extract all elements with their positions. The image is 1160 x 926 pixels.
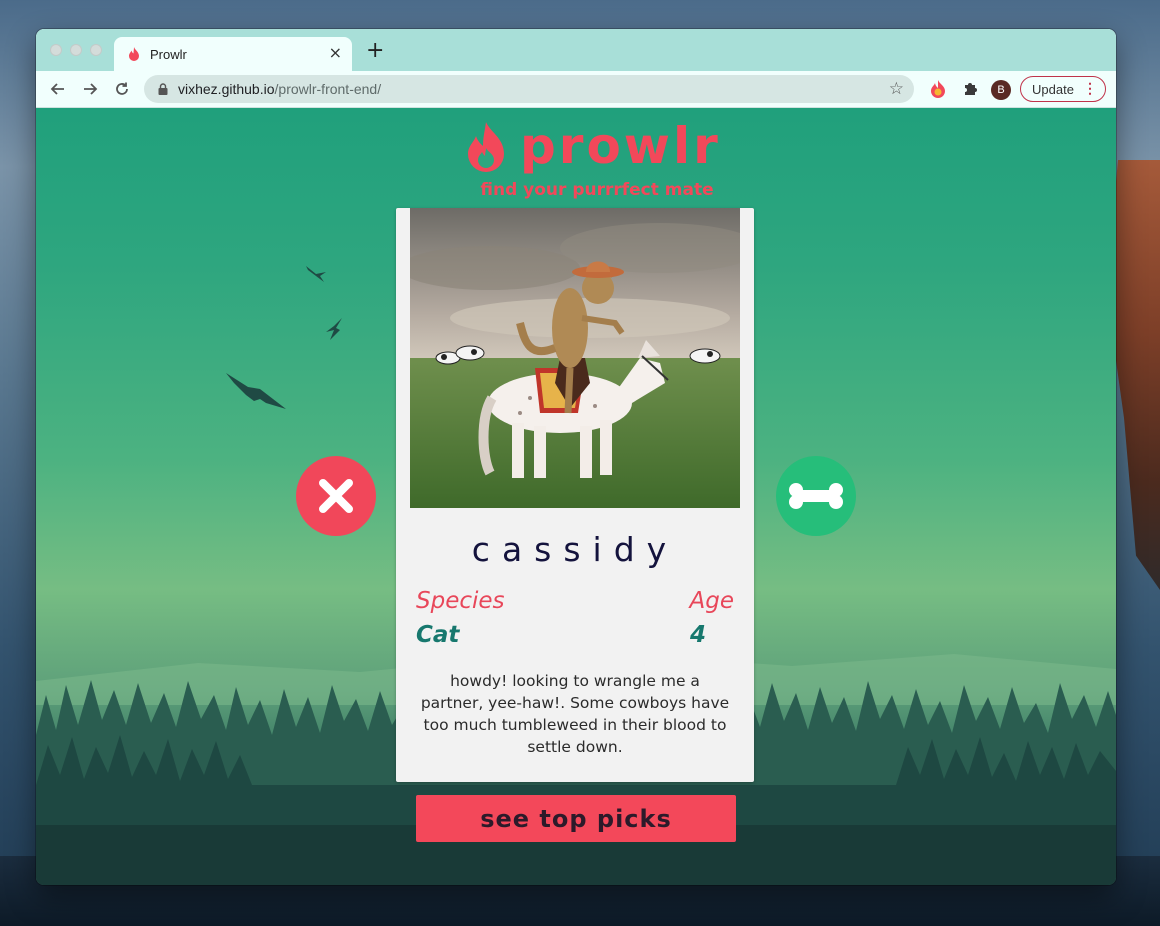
tab-prowlr[interactable]: Prowlr ×: [114, 37, 352, 71]
logo-text: prowlr: [520, 117, 721, 175]
close-window-button[interactable]: [50, 44, 62, 56]
profile-photo: [410, 208, 740, 508]
star-icon[interactable]: ☆: [889, 79, 904, 99]
tab-title: Prowlr: [150, 46, 187, 62]
browser-window: Prowlr × + vixhez.github.io/prowlr-front…: [36, 29, 1116, 885]
bird-silhouette-2: [326, 318, 342, 340]
reload-icon[interactable]: [106, 79, 138, 99]
cowboy-cat-on-pony-image: [410, 208, 740, 508]
lock-icon: [158, 83, 168, 95]
profile-avatar[interactable]: B: [991, 80, 1011, 100]
minimize-window-button[interactable]: [70, 44, 82, 56]
profile-card[interactable]: cassidy Species Age Cat 4 howdy! looking…: [396, 208, 754, 782]
nope-button[interactable]: [296, 456, 376, 536]
eagle-silhouette: [226, 373, 286, 409]
extension-fire-icon[interactable]: [928, 79, 948, 99]
window-controls: [50, 44, 102, 56]
address-bar[interactable]: vixhez.github.io/prowlr-front-end/ ☆: [144, 75, 914, 103]
age-label: Age: [689, 588, 734, 614]
x-icon: [319, 479, 353, 513]
url-text: vixhez.github.io/prowlr-front-end/: [178, 81, 381, 97]
update-label: Update: [1032, 81, 1074, 97]
extensions-puzzle-icon[interactable]: [960, 79, 980, 99]
update-button[interactable]: Update ⋮: [1020, 76, 1106, 102]
menu-dots-icon[interactable]: ⋮: [1083, 80, 1097, 96]
new-tab-button[interactable]: +: [366, 40, 384, 62]
flame-logo-icon: [468, 122, 504, 172]
like-button[interactable]: [776, 456, 856, 536]
tagline: find your purrrfect mate: [480, 180, 714, 200]
bird-silhouette-1: [306, 266, 326, 282]
species-value: Cat: [416, 622, 460, 648]
see-top-picks-button[interactable]: see top picks: [416, 795, 736, 842]
profile-bio: howdy! looking to wrangle me a partner, …: [420, 672, 730, 756]
tab-bar: Prowlr × +: [36, 29, 1116, 71]
profile-name: cassidy: [471, 530, 679, 569]
species-label: Species: [416, 588, 505, 614]
browser-toolbar: vixhez.github.io/prowlr-front-end/ ☆ B U…: [36, 71, 1116, 108]
forward-arrow-icon[interactable]: [74, 79, 106, 99]
back-arrow-icon[interactable]: [42, 79, 74, 99]
age-value: 4: [689, 622, 706, 648]
url-domain: vixhez.github.io: [178, 81, 275, 97]
tab-close-icon[interactable]: ×: [329, 45, 342, 61]
prowlr-logo: prowlr: [466, 120, 721, 172]
nav-buttons: [42, 79, 138, 99]
page-viewport: prowlr find your purrrfect mate cassidy …: [36, 108, 1116, 885]
bone-icon: [789, 483, 843, 509]
maximize-window-button[interactable]: [90, 44, 102, 56]
flame-favicon-icon: [129, 47, 139, 61]
url-path: /prowlr-front-end/: [274, 81, 382, 97]
